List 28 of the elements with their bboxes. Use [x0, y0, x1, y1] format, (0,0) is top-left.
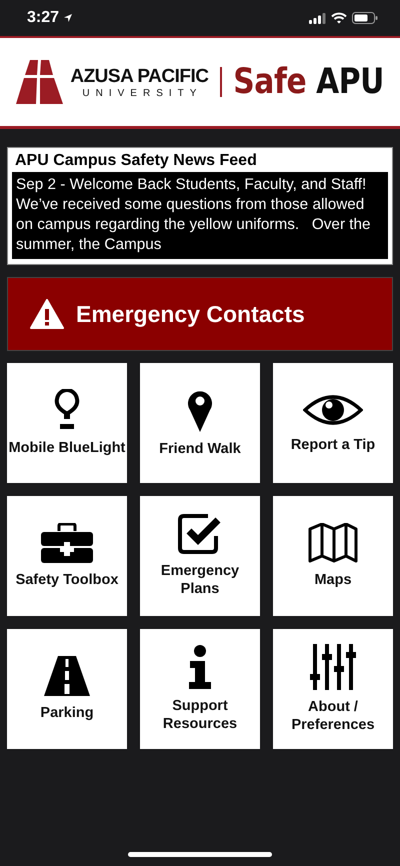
clock-time: 3:27: [27, 9, 60, 27]
checkbox-icon: [178, 514, 222, 554]
app-title: Safe APU: [234, 62, 384, 102]
menu-tile[interactable]: Mobile BlueLight: [7, 363, 127, 483]
menu-tile[interactable]: Friend Walk: [140, 363, 260, 483]
menu-tile[interactable]: Emergency Plans: [140, 496, 260, 616]
info-icon: [187, 645, 213, 689]
menu-tile[interactable]: Maps: [273, 496, 393, 616]
location-arrow-icon: [63, 13, 74, 23]
sliders-icon: [310, 644, 356, 690]
menu-tile[interactable]: About / Preferences: [273, 629, 393, 749]
menu-tile[interactable]: Safety Toolbox: [7, 496, 127, 616]
signal-icon: [309, 12, 326, 24]
eye-icon: [303, 392, 363, 428]
news-text: Sep 2 - Welcome Back Students, Faculty, and Staff! We’ve received some questions from those allowed on campus regarding the yellow uniforms. Over the summer, the Campus: [12, 172, 388, 259]
battery-icon: [352, 12, 378, 24]
menu-tile[interactable]: Parking: [7, 629, 127, 749]
folded-map-icon: [308, 523, 358, 563]
road-icon: [44, 656, 90, 696]
menu-tile[interactable]: Support Resources: [140, 629, 260, 749]
wifi-icon: [331, 12, 347, 24]
menu-tile[interactable]: Report a Tip: [273, 363, 393, 483]
university-subtitle: UNIVERSITY: [82, 88, 202, 98]
university-name: AZUSA PACIFIC: [70, 66, 208, 88]
toolbox-icon: [41, 523, 93, 563]
news-title: APU Campus Safety News Feed: [14, 152, 258, 171]
emergency-contacts-button[interactable]: Emergency Contacts: [7, 277, 393, 351]
warning-icon: [30, 299, 64, 329]
